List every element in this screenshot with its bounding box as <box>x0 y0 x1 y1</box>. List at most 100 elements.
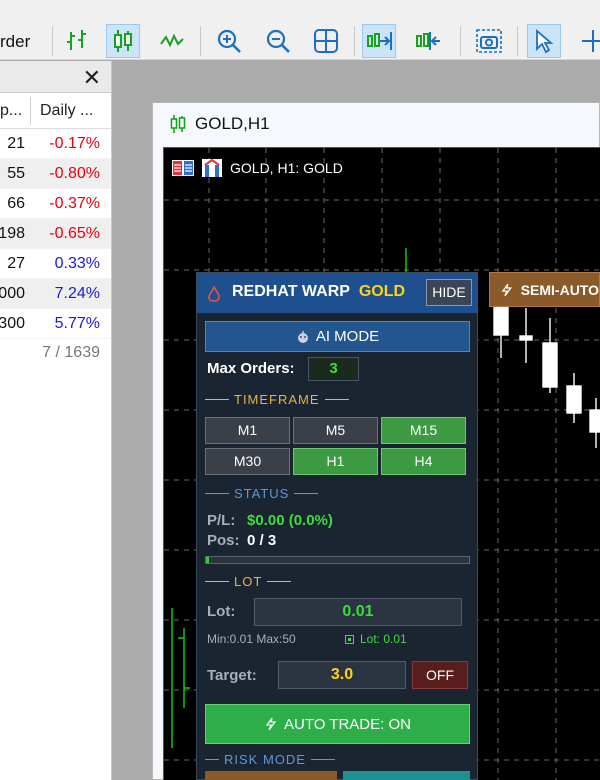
market-watch-row[interactable]: 300 5.77% <box>0 309 111 339</box>
target-label: Target: <box>207 667 257 684</box>
flame-icon <box>208 286 220 302</box>
spread-value: 21 <box>7 135 25 152</box>
bar-chart-icon[interactable] <box>60 24 94 58</box>
daily-change-value: 5.77% <box>54 315 100 332</box>
market-watch-panel: ✕ p... Daily ... 21 -0.17% 55 -0.80% 66 -0.37… <box>0 61 112 780</box>
timeframe-button-h4[interactable]: H4 <box>381 448 466 475</box>
expert-advisor-icon[interactable] <box>201 158 223 178</box>
market-watch-row[interactable]: 55 -0.80% <box>0 159 111 189</box>
risk-mode-section-header: RISK MODE <box>205 752 335 767</box>
column-header-spread[interactable]: p... <box>0 102 26 120</box>
daily-change-value: 7.24% <box>54 285 100 302</box>
toolbar-separator <box>200 26 201 56</box>
new-order-button[interactable]: rder <box>0 32 30 52</box>
ea-panel-title-accent: GOLD <box>358 283 406 300</box>
chart-symbol-label: GOLD, H1: GOLD <box>172 158 343 178</box>
timeframe-button-h1[interactable]: H1 <box>293 448 378 475</box>
chart-window-title-text: GOLD,H1 <box>195 114 270 133</box>
section-rule <box>267 581 292 582</box>
daily-change-value: -0.65% <box>49 225 100 242</box>
chart-symbol-text: GOLD, H1: GOLD <box>230 160 343 176</box>
timeframe-button-m30[interactable]: M30 <box>205 448 290 475</box>
timeframe-section-label: TIMEFRAME <box>234 392 320 407</box>
market-watch-row[interactable]: 21 -0.17% <box>0 129 111 159</box>
cursor-icon[interactable] <box>527 24 561 58</box>
screenshot-icon[interactable] <box>472 24 506 58</box>
spread-value: 66 <box>7 195 25 212</box>
ai-mode-button[interactable]: AI MODE <box>205 321 470 352</box>
section-rule <box>324 399 349 400</box>
toolbar-separator <box>517 26 518 56</box>
status-section-header: STATUS <box>205 486 319 501</box>
candlestick-icon <box>170 115 186 133</box>
market-watch-header: ✕ <box>0 61 111 93</box>
ea-control-panel: REDHAT WARP GOLD HIDE AI MODE Max Orders… <box>196 272 478 780</box>
timeframe-button-m15[interactable]: M15 <box>381 417 466 444</box>
max-orders-input[interactable]: 3 <box>308 357 359 381</box>
ea-panel-title: REDHAT WARP GOLD <box>232 283 405 301</box>
positions-label: Pos: <box>207 532 240 549</box>
market-watch-row[interactable]: 27 0.33% <box>0 249 111 279</box>
pl-label: P/L: <box>207 512 236 529</box>
spread-value: 27 <box>7 255 25 272</box>
auto-trade-button[interactable]: AUTO TRADE: ON <box>205 704 470 744</box>
crosshair-icon[interactable] <box>576 24 600 58</box>
risk-mode-button-right[interactable] <box>343 771 470 780</box>
ea-panel-title-main: REDHAT WARP <box>232 283 350 300</box>
lightning-icon <box>265 717 277 731</box>
current-lot-indicator: Lot: 0.01 <box>345 632 407 646</box>
market-watch-row[interactable]: 000 7.24% <box>0 279 111 309</box>
chart-shift-icon[interactable] <box>411 24 445 58</box>
tile-windows-icon[interactable] <box>309 24 343 58</box>
section-rule <box>310 759 335 760</box>
progress-fill <box>206 557 209 563</box>
target-input[interactable]: 3.0 <box>278 661 406 689</box>
ea-panel-header: REDHAT WARP GOLD HIDE <box>197 273 477 313</box>
toolbar-separator <box>52 26 53 56</box>
lot-range-text: Min:0.01 Max:50 <box>207 632 296 646</box>
line-chart-icon[interactable] <box>155 24 189 58</box>
section-rule <box>205 493 229 494</box>
timeframe-section-header: TIMEFRAME <box>205 392 349 407</box>
candles <box>493 288 600 448</box>
section-rule <box>205 759 219 760</box>
main-toolbar: rder <box>0 0 600 60</box>
daily-change-value: -0.80% <box>49 165 100 182</box>
zoom-out-icon[interactable] <box>261 24 295 58</box>
daily-change-value: -0.37% <box>49 195 100 212</box>
toolbar-separator <box>354 26 355 56</box>
hide-button[interactable]: HIDE <box>426 279 472 306</box>
candlestick-icon[interactable] <box>106 24 140 58</box>
lot-marker-icon <box>345 634 354 644</box>
spread-value: 198 <box>0 225 25 242</box>
positions-value: 0 / 3 <box>247 532 277 549</box>
lightning-icon <box>501 283 513 296</box>
positions-progress-bar <box>205 556 470 564</box>
column-header-daily-change[interactable]: Daily ... <box>40 102 93 120</box>
max-orders-label: Max Orders: <box>207 360 295 377</box>
lot-section-label: LOT <box>234 574 263 589</box>
target-toggle-button[interactable]: OFF <box>412 661 468 689</box>
risk-mode-label: RISK MODE <box>224 752 306 767</box>
market-watch-row[interactable]: 66 -0.37% <box>0 189 111 219</box>
market-watch-rows: 21 -0.17% 55 -0.80% 66 -0.37% 198 -0.65% 27 0.33%… <box>0 129 111 339</box>
semi-auto-button[interactable]: SEMI-AUTO <box>489 272 600 307</box>
daily-change-value: 0.33% <box>54 255 100 272</box>
symbol-count: 7 / 1639 <box>42 344 100 361</box>
ai-mode-label: AI MODE <box>315 328 380 345</box>
close-icon[interactable]: ✕ <box>83 65 101 91</box>
timeframe-button-m5[interactable]: M5 <box>293 417 378 444</box>
pl-value: $0.00 (0.0%) <box>247 512 333 529</box>
lot-size-input[interactable]: 0.01 <box>254 598 462 626</box>
one-click-trading-icon[interactable] <box>172 160 194 176</box>
market-watch-row[interactable]: 198 -0.65% <box>0 219 111 249</box>
autoscroll-icon[interactable] <box>362 24 396 58</box>
spread-value: 55 <box>7 165 25 182</box>
zoom-in-icon[interactable] <box>212 24 246 58</box>
spread-value: 000 <box>0 285 25 302</box>
risk-mode-button-left[interactable] <box>205 771 337 780</box>
timeframe-button-m1[interactable]: M1 <box>205 417 290 444</box>
chart-window-title[interactable]: GOLD,H1 <box>169 114 270 134</box>
robot-icon <box>297 330 308 343</box>
column-divider <box>30 97 31 125</box>
